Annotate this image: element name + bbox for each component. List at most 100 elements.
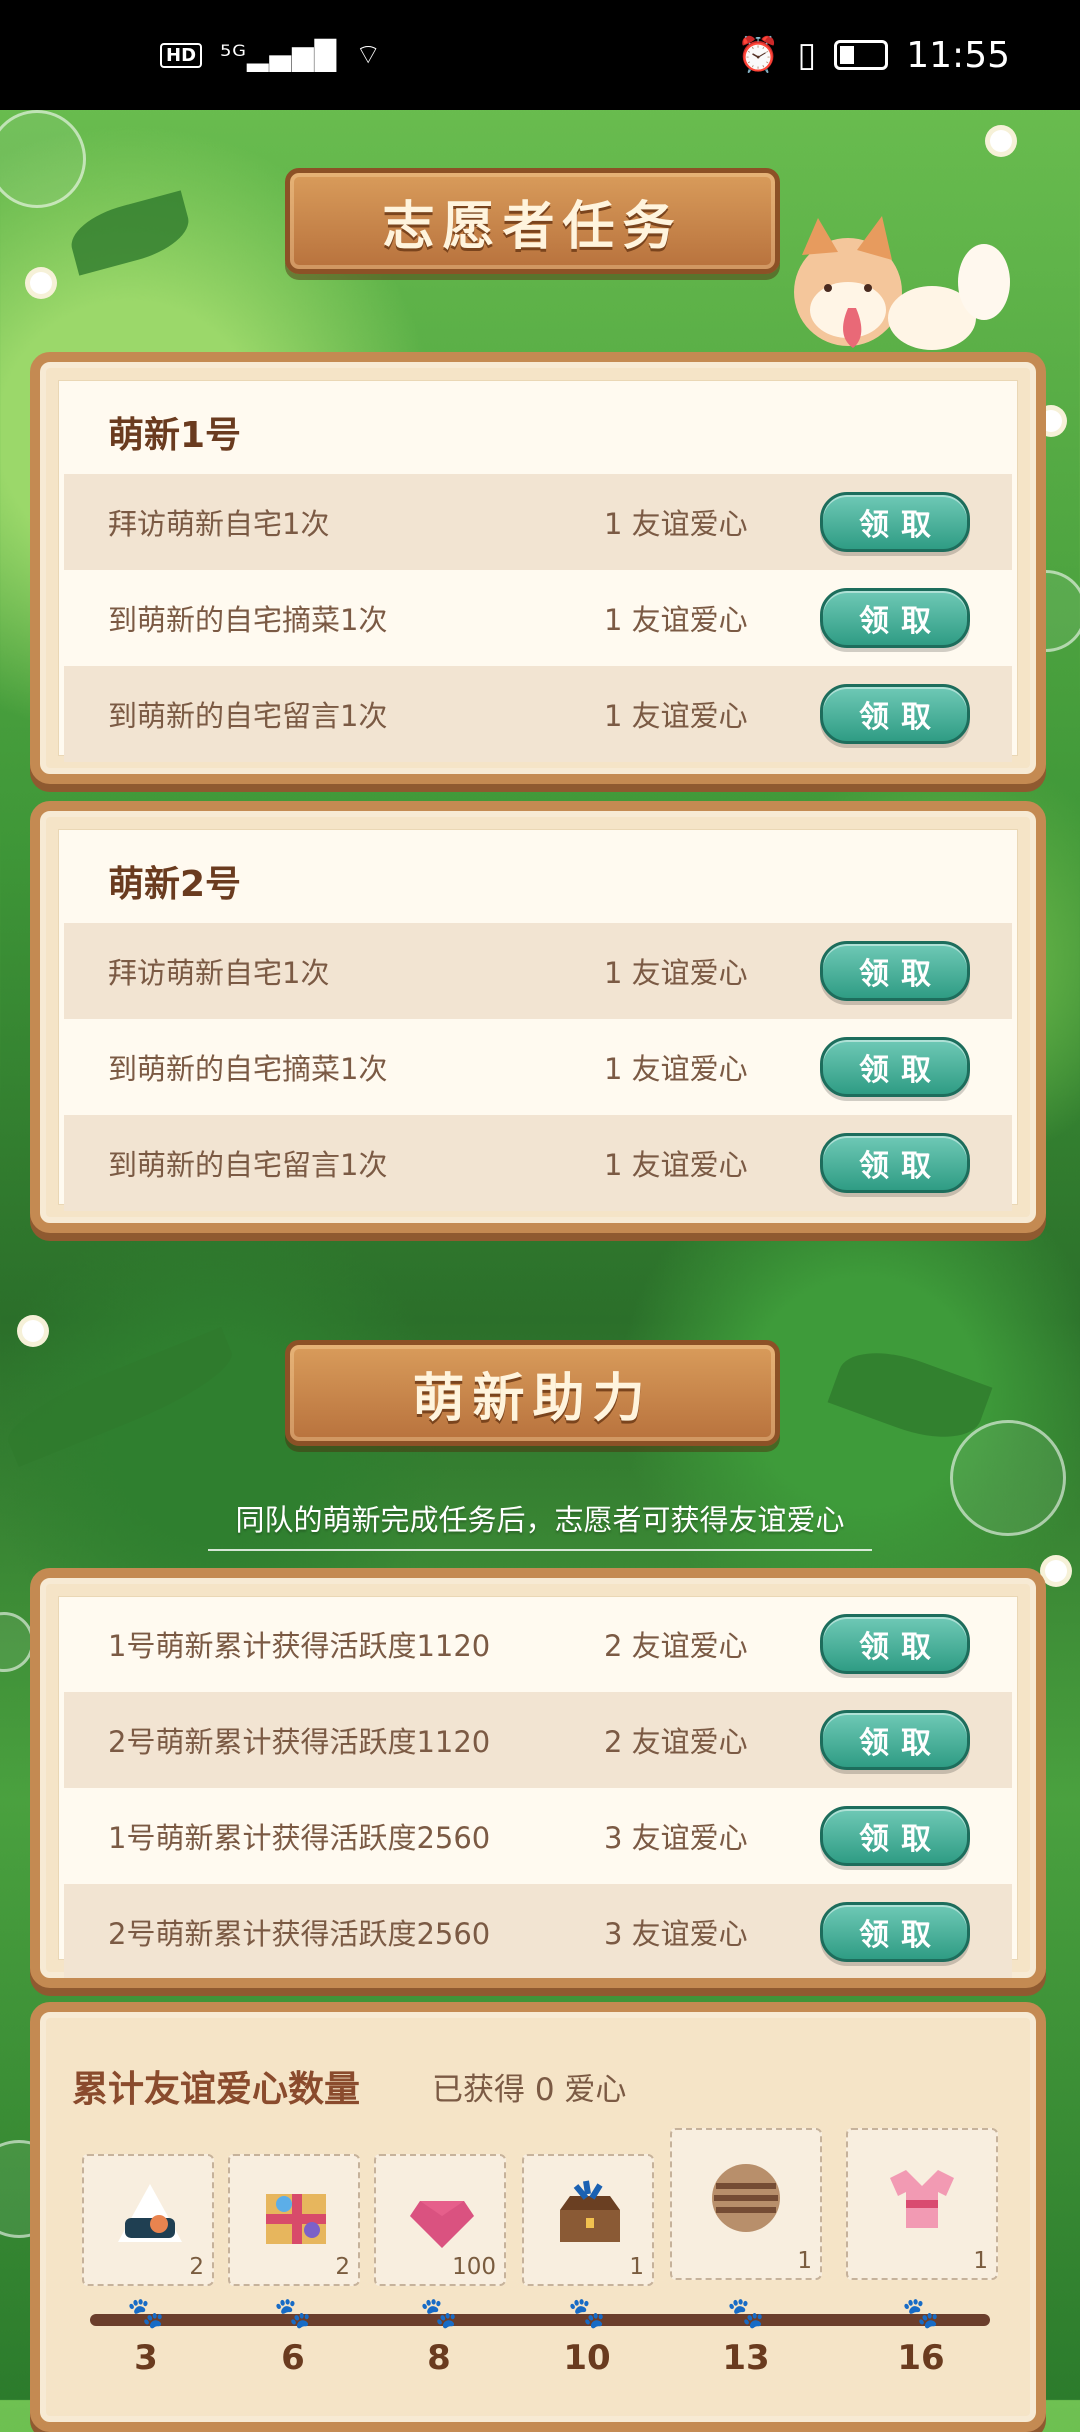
task-label: 到萌新的自宅留言1次	[108, 1148, 388, 1182]
task-row: 到萌新的自宅摘菜1次 1 友谊爱心 领取	[64, 570, 1012, 666]
milestone-label: 6	[281, 2338, 305, 2378]
treasure-chest-icon	[560, 2180, 620, 2242]
alarm-icon: ⏰	[737, 35, 780, 75]
leaf-decoration	[0, 1327, 242, 1467]
wifi-icon: ⌔	[355, 37, 383, 71]
task-row: 拜访萌新自宅1次 1 友谊爱心 领取	[64, 474, 1012, 570]
task-label: 1号萌新累计获得活跃度1120	[108, 1629, 491, 1663]
status-bar: HD ⁵ᴳ▂▄▆█ ⌔ ⏰ ▯ 11:55	[0, 0, 1080, 110]
claim-button[interactable]: 领取	[820, 684, 970, 744]
milestone-label: 13	[722, 2338, 770, 2378]
summary-title: 累计友谊爱心数量	[72, 2069, 361, 2110]
gift-box-icon	[266, 2194, 326, 2244]
clock-time: 11:55	[906, 34, 1010, 76]
task-label: 拜访萌新自宅1次	[108, 507, 330, 541]
reward-label: 2 友谊爱心	[604, 1725, 748, 1759]
reward-card[interactable]: 1	[670, 2128, 822, 2280]
summary-obtained: 已获得 0 爱心	[432, 2072, 627, 2108]
reward-count: 100	[452, 2254, 496, 2280]
newbie-2-panel: 萌新2号 拜访萌新自宅1次 1 友谊爱心 领取 到萌新的自宅摘菜1次 1 友谊爱…	[30, 801, 1046, 1233]
paw-marker-icon: 🐾	[727, 2296, 765, 2331]
task-label: 2号萌新累计获得活跃度1120	[108, 1725, 491, 1759]
task-label: 到萌新的自宅摘菜1次	[108, 603, 388, 637]
milestone-label: 10	[563, 2338, 611, 2378]
kimono-icon	[890, 2170, 954, 2228]
task-label: 1号萌新累计获得活跃度2560	[108, 1821, 491, 1855]
bubble-decoration	[950, 1420, 1066, 1536]
claim-button[interactable]: 领取	[820, 1902, 970, 1962]
reward-card[interactable]: 1	[846, 2128, 998, 2280]
reward-count: 1	[797, 2248, 812, 2274]
paw-marker-icon: 🐾	[902, 2296, 940, 2331]
milestone-label: 3	[134, 2338, 158, 2378]
status-right: ⏰ ▯ 11:55	[737, 35, 1010, 76]
claim-button[interactable]: 领取	[820, 941, 970, 1001]
reward-card[interactable]: 1	[522, 2154, 654, 2286]
signal-icon: ⁵ᴳ▂▄▆█	[220, 38, 338, 72]
reward-label: 1 友谊爱心	[604, 507, 748, 541]
reward-count: 1	[629, 2254, 644, 2280]
reward-count: 2	[335, 2254, 350, 2280]
task-label: 拜访萌新自宅1次	[108, 956, 330, 990]
battery-icon	[834, 40, 889, 70]
task-label: 2号萌新累计获得活跃度2560	[108, 1917, 491, 1951]
claim-button[interactable]: 领取	[820, 492, 970, 552]
task-row: 到萌新的自宅摘菜1次 1 友谊爱心 领取	[64, 1019, 1012, 1115]
claim-button[interactable]: 领取	[820, 1037, 970, 1097]
rice-ball-icon	[118, 2184, 182, 2242]
flower-decoration	[1045, 1560, 1067, 1582]
reward-card[interactable]: 100	[374, 2154, 506, 2286]
milestone-progress-track	[90, 2314, 990, 2326]
help-row: 2号萌新累计获得活跃度2560 3 友谊爱心 领取	[64, 1884, 1012, 1978]
reward-label: 3 友谊爱心	[604, 1917, 748, 1951]
reward-count: 2	[189, 2254, 204, 2280]
reward-card[interactable]: 2	[82, 2154, 214, 2286]
help-rewards-panel: 1号萌新累计获得活跃度1120 2 友谊爱心 领取 2号萌新累计获得活跃度112…	[30, 1568, 1046, 1988]
task-row: 拜访萌新自宅1次 1 友谊爱心 领取	[64, 923, 1012, 1019]
claim-button[interactable]: 领取	[820, 1806, 970, 1866]
task-label: 到萌新的自宅留言1次	[108, 699, 388, 733]
help-notice: 同队的萌新完成任务后，志愿者可获得友谊爱心	[208, 1497, 872, 1551]
claim-button[interactable]: 领取	[820, 1710, 970, 1770]
claim-button[interactable]: 领取	[820, 1614, 970, 1674]
task-row: 到萌新的自宅留言1次 1 友谊爱心 领取	[64, 1115, 1012, 1211]
task-row: 到萌新的自宅留言1次 1 友谊爱心 领取	[64, 666, 1012, 762]
bubble-decoration	[0, 110, 86, 208]
vibrate-icon: ▯	[797, 35, 817, 75]
milestone-label: 8	[427, 2338, 451, 2378]
help-row: 1号萌新累计获得活跃度2560 3 友谊爱心 领取	[64, 1788, 1012, 1884]
reward-label: 1 友谊爱心	[604, 956, 748, 990]
task-label: 到萌新的自宅摘菜1次	[108, 1052, 388, 1086]
flower-decoration	[22, 1320, 44, 1342]
reward-label: 1 友谊爱心	[604, 1148, 748, 1182]
panel-title: 萌新1号	[108, 415, 242, 456]
paw-marker-icon: 🐾	[568, 2296, 606, 2331]
paw-marker-icon: 🐾	[420, 2296, 458, 2331]
reward-label: 3 友谊爱心	[604, 1821, 748, 1855]
paw-marker-icon: 🐾	[127, 2296, 165, 2331]
reward-label: 1 友谊爱心	[604, 1052, 748, 1086]
reward-label: 2 友谊爱心	[604, 1629, 748, 1663]
newbie-1-panel: 萌新1号 拜访萌新自宅1次 1 友谊爱心 领取 到萌新的自宅摘菜1次 1 友谊爱…	[30, 352, 1046, 784]
reward-label: 1 友谊爱心	[604, 699, 748, 733]
leaf-decoration	[64, 190, 196, 276]
flower-decoration	[30, 272, 52, 294]
reward-label: 1 友谊爱心	[604, 603, 748, 637]
help-row: 2号萌新累计获得活跃度1120 2 友谊爱心 领取	[64, 1692, 1012, 1788]
flower-decoration	[990, 130, 1012, 152]
volunteer-tasks-header: 志愿者任务	[285, 168, 780, 274]
gem-icon	[410, 2201, 474, 2248]
newbie-help-header: 萌新助力	[285, 1340, 780, 1446]
reward-count: 1	[973, 2248, 988, 2274]
planet-icon	[712, 2164, 780, 2232]
bubble-decoration	[0, 1612, 34, 1672]
milestone-label: 16	[897, 2338, 945, 2378]
claim-button[interactable]: 领取	[820, 588, 970, 648]
help-row: 1号萌新累计获得活跃度1120 2 友谊爱心 领取	[64, 1596, 1012, 1692]
paw-marker-icon: 🐾	[274, 2296, 312, 2331]
reward-card[interactable]: 2	[228, 2154, 360, 2286]
claim-button[interactable]: 领取	[820, 1133, 970, 1193]
panel-title: 萌新2号	[108, 864, 242, 905]
hd-badge: HD	[160, 42, 203, 68]
status-left: HD ⁵ᴳ▂▄▆█ ⌔	[160, 38, 382, 73]
